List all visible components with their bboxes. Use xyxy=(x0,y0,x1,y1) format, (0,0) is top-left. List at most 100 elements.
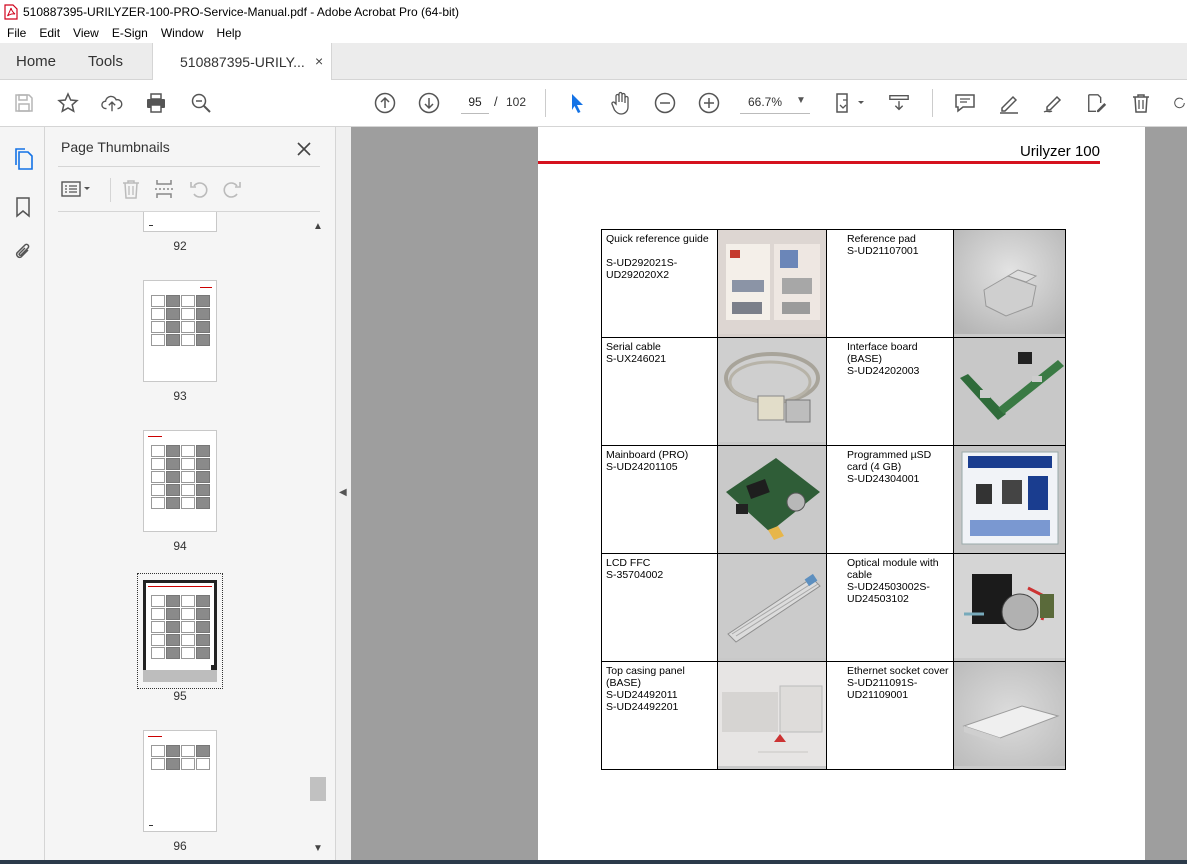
top-casing-panel-photo xyxy=(717,661,827,770)
part-description: Ethernet socket cover S-UD211091S- UD211… xyxy=(826,661,954,770)
reference-pad-photo xyxy=(953,229,1066,338)
taskbar-edge xyxy=(0,860,1187,864)
page-thumbnails-icon[interactable] xyxy=(11,147,35,171)
thumbnail-page-93[interactable] xyxy=(143,280,217,382)
document-view[interactable]: Urilyzer 100 Quick reference guide S-UD2… xyxy=(351,127,1187,860)
next-page-icon[interactable] xyxy=(418,92,440,114)
zoom-in-icon[interactable] xyxy=(698,92,720,114)
thumbnail-options-icon[interactable] xyxy=(59,178,93,200)
chevron-down-icon: ▼ xyxy=(796,95,806,106)
thumbnail-label: 95 xyxy=(173,689,187,703)
panel-title: Page Thumbnails xyxy=(61,139,170,155)
part-description: Interface board (BASE) S-UD24202003 xyxy=(826,337,954,446)
comment-icon[interactable] xyxy=(954,92,976,114)
toolbar-divider xyxy=(932,89,933,117)
menu-window[interactable]: Window xyxy=(154,26,210,40)
panel-divider xyxy=(58,166,320,167)
part-description: Programmed µSD card (4 GB) S-UD24304001 xyxy=(826,445,954,554)
part-description: Optical module with cable S-UD24503002S-… xyxy=(826,553,954,662)
previous-page-icon[interactable] xyxy=(374,92,396,114)
thumbnail-view-indicator xyxy=(143,670,217,682)
panel-splitter[interactable]: ◀ xyxy=(335,127,351,860)
part-description: Top casing panel (BASE) S-UD24492011 S-U… xyxy=(601,661,718,770)
panel-tool-divider xyxy=(110,178,111,202)
print-icon[interactable] xyxy=(145,92,167,114)
part-description: LCD FFC S-35704002 xyxy=(601,553,718,662)
thumbnail-label: 94 xyxy=(173,539,187,553)
toolbar-divider xyxy=(545,89,546,117)
pdf-page: Urilyzer 100 Quick reference guide S-UD2… xyxy=(538,127,1145,860)
page-header-title: Urilyzer 100 xyxy=(1019,143,1100,160)
part-description: Quick reference guide S-UD292021S- UD292… xyxy=(601,229,718,338)
part-description: Mainboard (PRO) S-UD24201105 xyxy=(601,445,718,554)
scroll-down-icon[interactable]: ▼ xyxy=(313,843,323,854)
upload-cloud-icon[interactable] xyxy=(101,92,123,114)
main-toolbar: 95 / 102 66.7% ▼ xyxy=(0,80,1187,127)
select-cursor-icon[interactable] xyxy=(566,92,588,114)
menu-file[interactable]: File xyxy=(0,26,32,40)
zoom-out-icon[interactable] xyxy=(654,92,676,114)
tab-document[interactable]: 510887395-URILY... × xyxy=(152,43,332,80)
navigation-rail xyxy=(0,127,45,860)
page-separator: / xyxy=(494,94,498,109)
ethernet-socket-cover-photo xyxy=(953,661,1066,770)
thumbnail-page-94[interactable] xyxy=(143,430,217,532)
thumbnail-scrollbar[interactable]: ▲ ▼ xyxy=(310,217,326,860)
lcd-ffc-photo xyxy=(717,553,827,662)
page-fit-icon[interactable] xyxy=(833,92,867,114)
thumbnail-label: 92 xyxy=(173,239,187,253)
title-bar: 510887395-URILYZER-100-PRO-Service-Manua… xyxy=(0,0,1187,23)
close-icon[interactable] xyxy=(296,135,312,163)
thumbnail-list: 92 93 94 95 96 xyxy=(45,212,310,860)
scroll-mode-icon[interactable] xyxy=(888,92,910,114)
menu-edit[interactable]: Edit xyxy=(32,26,66,40)
header-rule xyxy=(538,161,1100,164)
zoom-search-icon[interactable] xyxy=(190,92,212,114)
table-row: LCD FFC S-35704002 Optical module with c… xyxy=(601,553,1066,662)
table-row: Serial cable S-UX246021 Interface board … xyxy=(601,337,1066,446)
bookmark-icon[interactable] xyxy=(11,195,35,219)
part-description: Serial cable S-UX246021 xyxy=(601,337,718,446)
thumbnail-page-96[interactable] xyxy=(143,730,217,832)
window-title: 510887395-URILYZER-100-PRO-Service-Manua… xyxy=(23,4,459,19)
sign-pen-icon[interactable] xyxy=(1042,92,1064,114)
tab-bar: Home Tools 510887395-URILY... × xyxy=(0,43,1187,80)
zoom-level-value: 66.7% xyxy=(748,95,783,109)
delete-page-icon[interactable] xyxy=(120,178,142,200)
menu-help[interactable]: Help xyxy=(210,26,248,40)
serial-cable-photo xyxy=(717,337,827,446)
quick-reference-guide-photo xyxy=(717,229,827,338)
scroll-up-icon[interactable]: ▲ xyxy=(313,221,323,232)
interface-board-photo xyxy=(953,337,1066,446)
tab-home[interactable]: Home xyxy=(16,53,56,70)
thumbnail-label: 96 xyxy=(173,839,187,853)
extract-pages-icon[interactable] xyxy=(153,178,175,200)
save-icon[interactable] xyxy=(13,92,35,114)
menu-view[interactable]: View xyxy=(66,26,105,40)
edit-pdf-icon[interactable] xyxy=(1086,92,1108,114)
acrobat-pdf-icon xyxy=(4,3,18,20)
tab-tools[interactable]: Tools xyxy=(88,53,123,70)
table-row: Top casing panel (BASE) S-UD24492011 S-U… xyxy=(601,661,1066,770)
delete-trash-icon[interactable] xyxy=(1130,92,1152,114)
star-icon[interactable] xyxy=(57,92,79,114)
rotate-clockwise-icon[interactable] xyxy=(221,178,243,200)
thumbnail-page-92[interactable] xyxy=(143,212,217,232)
mainboard-photo xyxy=(717,445,827,554)
more-tools-icon[interactable] xyxy=(1172,92,1187,114)
page-number-input[interactable]: 95 xyxy=(461,92,489,114)
rotate-counterclockwise-icon[interactable] xyxy=(188,178,210,200)
thumbnail-label: 93 xyxy=(173,389,187,403)
optical-module-photo xyxy=(953,553,1066,662)
zoom-level-dropdown[interactable]: 66.7% ▼ xyxy=(740,92,810,114)
hand-tool-icon[interactable] xyxy=(610,91,632,115)
highlight-pen-icon[interactable] xyxy=(998,92,1020,114)
attachment-paperclip-icon[interactable] xyxy=(11,240,35,264)
collapse-panel-icon[interactable]: ◀ xyxy=(339,487,347,498)
tab-close-icon[interactable]: × xyxy=(315,53,323,69)
table-row: Mainboard (PRO) S-UD24201105 Programmed … xyxy=(601,445,1066,554)
tab-document-label: 510887395-URILY... xyxy=(180,54,305,70)
scrollbar-thumb[interactable] xyxy=(310,777,326,801)
menu-esign[interactable]: E-Sign xyxy=(105,26,154,40)
thumbnail-page-95[interactable] xyxy=(143,580,217,682)
